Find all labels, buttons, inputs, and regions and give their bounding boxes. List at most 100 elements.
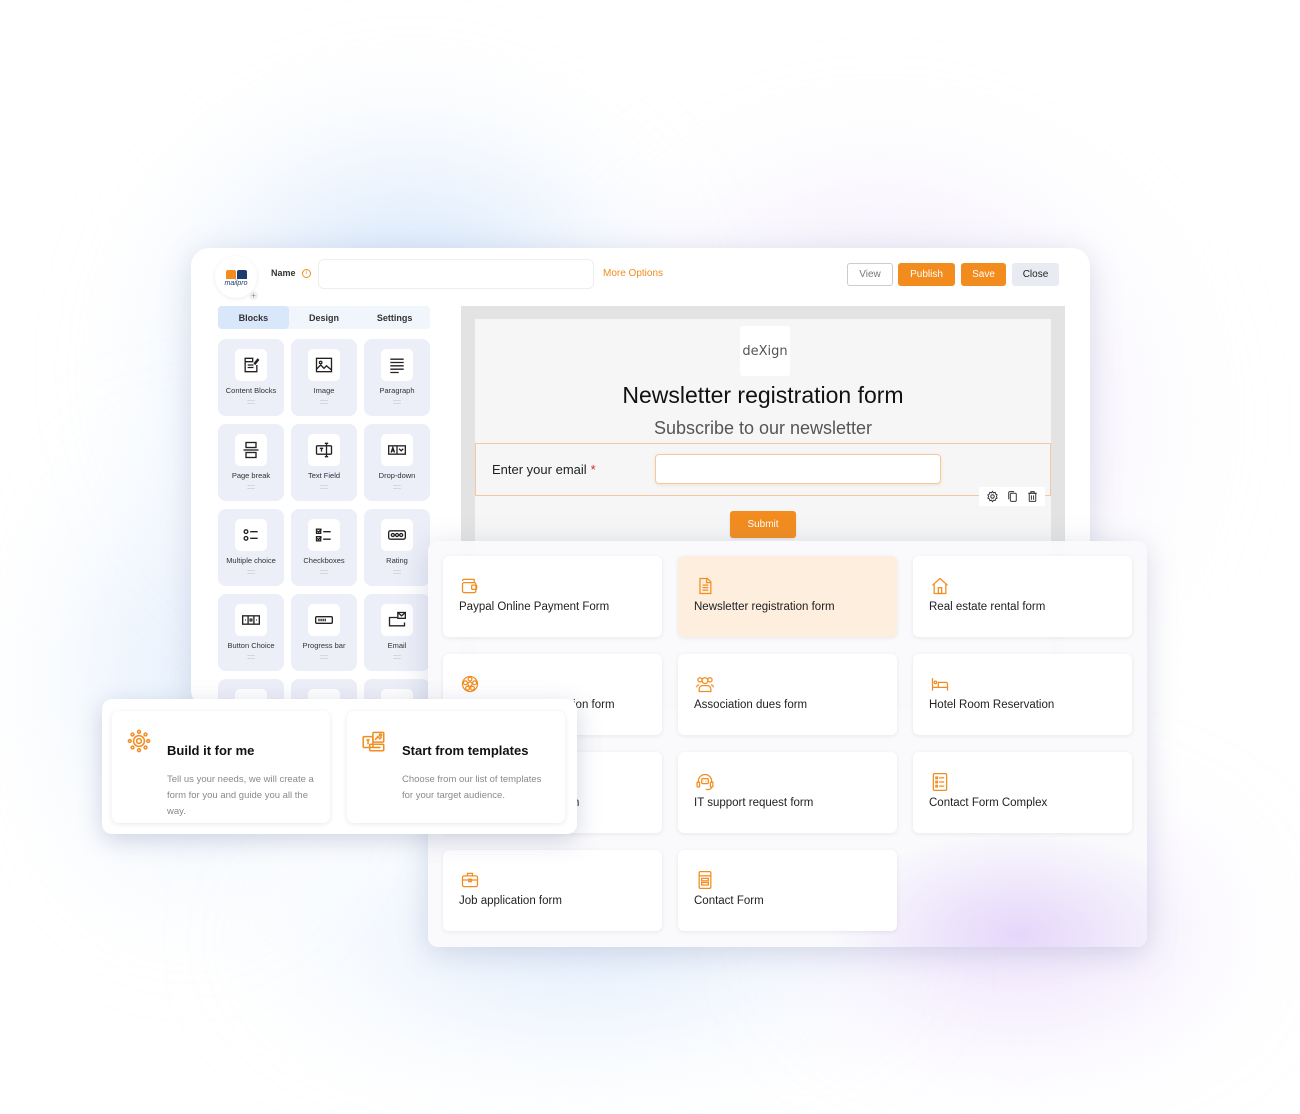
block-label: Multiple choice [226, 556, 276, 565]
text-field-icon [308, 434, 340, 466]
app-logo[interactable]: mailpro + [215, 256, 258, 300]
headset-icon [696, 773, 714, 791]
block-content-blocks[interactable]: Content Blocks :::: [218, 339, 284, 416]
block-dropdown[interactable]: Drop-down :::: [364, 424, 430, 501]
drag-handle-icon[interactable]: :::: [393, 569, 401, 576]
option-description: Tell us your needs, we will create a for… [167, 774, 314, 817]
row-toolbar [979, 487, 1045, 506]
drag-handle-icon[interactable]: :::: [247, 399, 255, 406]
template-label: ion form [573, 699, 615, 711]
block-progress-bar[interactable]: Progress bar :::: [291, 594, 357, 671]
block-email[interactable]: Email :::: [364, 594, 430, 671]
template-card[interactable]: Association dues form [678, 654, 897, 735]
mailpro-logo-icon [225, 269, 247, 279]
drag-handle-icon[interactable]: :::: [320, 399, 328, 406]
block-text-field[interactable]: Text Field :::: [291, 424, 357, 501]
block-label: Drop-down [378, 471, 416, 480]
dropdown-icon [381, 434, 413, 466]
template-card[interactable]: Contact Form Complex [913, 752, 1132, 833]
template-card[interactable]: Paypal Online Payment Form [443, 556, 662, 637]
wallet-icon [461, 578, 478, 594]
top-bar: mailpro + Name i More Options View Publi… [191, 248, 1090, 304]
option-title: Build it for me [167, 743, 255, 758]
drag-handle-icon[interactable]: :::: [393, 399, 401, 406]
template-label: Association dues form [694, 699, 808, 711]
template-card[interactable]: Contact Form [678, 850, 897, 931]
template-card[interactable]: IT support request form [678, 752, 897, 833]
block-label: Image [313, 386, 335, 395]
email-field-row[interactable]: Enter your email * [475, 443, 1051, 496]
trash-icon[interactable] [1026, 490, 1039, 503]
email-input[interactable] [655, 454, 941, 484]
drag-handle-icon[interactable]: :::: [393, 654, 401, 661]
block-multiple-choice[interactable]: Multiple choice :::: [218, 509, 284, 586]
gear-cog-icon [127, 729, 151, 753]
tab-blocks[interactable]: Blocks [218, 306, 289, 329]
drag-handle-icon[interactable]: :::: [247, 484, 255, 491]
templates-icon [362, 731, 385, 752]
template-card[interactable]: Real estate rental form [913, 556, 1132, 637]
email-icon [381, 604, 413, 636]
form-logo[interactable]: deXign [740, 326, 790, 376]
drag-handle-icon[interactable]: :::: [247, 569, 255, 576]
block-page-break[interactable]: Page break :::: [218, 424, 284, 501]
users-icon [696, 677, 714, 693]
more-options-link[interactable]: More Options [603, 268, 663, 279]
block-label: Email [387, 641, 407, 650]
button-choice-icon [235, 604, 267, 636]
start-options-panel: Build it for me Tell us your needs, we w… [102, 699, 577, 834]
build-it-for-me-option[interactable]: Build it for me Tell us your needs, we w… [112, 711, 330, 823]
template-label: Newsletter registration form [694, 601, 835, 613]
block-label: Checkboxes [303, 556, 345, 565]
save-button[interactable]: Save [961, 263, 1006, 286]
block-label: Paragraph [379, 386, 415, 395]
block-label: Content Blocks [225, 386, 277, 395]
template-label: Real estate rental form [929, 601, 1046, 613]
sidebar-tabs: Blocks Design Settings [218, 306, 430, 329]
publish-button[interactable]: Publish [898, 263, 955, 286]
template-label: IT support request form [694, 797, 814, 809]
view-button[interactable]: View [847, 263, 893, 286]
logo-text: mailpro [224, 279, 248, 287]
settings-gear-icon[interactable] [986, 490, 999, 503]
duplicate-icon[interactable] [1006, 490, 1019, 503]
tab-settings[interactable]: Settings [359, 306, 430, 329]
template-label: Contact Form [694, 895, 764, 907]
checkboxes-icon [308, 519, 340, 551]
email-label: Enter your email * [492, 462, 596, 477]
info-icon[interactable]: i [302, 269, 311, 278]
name-label: Name [271, 268, 296, 278]
block-label: Rating [386, 556, 408, 565]
submit-button[interactable]: Submit [730, 511, 796, 538]
option-description: Choose from our list of templates for yo… [402, 774, 542, 801]
email-label-text: Enter your email [492, 462, 587, 477]
form-title[interactable]: Newsletter registration form [475, 382, 1051, 409]
template-label: Paypal Online Payment Form [459, 601, 610, 613]
block-button-choice[interactable]: Button Choice :::: [218, 594, 284, 671]
template-card[interactable]: Job application form [443, 850, 662, 931]
block-checkboxes[interactable]: Checkboxes :::: [291, 509, 357, 586]
template-card-selected[interactable]: Newsletter registration form [678, 556, 897, 637]
block-paragraph[interactable]: Paragraph :::: [364, 339, 430, 416]
progress-bar-icon [308, 604, 340, 636]
block-label: Text Field [307, 471, 341, 480]
block-rating[interactable]: Rating :::: [364, 509, 430, 586]
block-label: Progress bar [302, 641, 346, 650]
list-icon [932, 773, 948, 791]
form-name-input[interactable] [318, 259, 594, 289]
plus-icon[interactable]: + [249, 291, 258, 300]
drag-handle-icon[interactable]: :::: [393, 484, 401, 491]
form-icon [698, 871, 712, 889]
drag-handle-icon[interactable]: :::: [247, 654, 255, 661]
close-button[interactable]: Close [1012, 263, 1059, 286]
template-card[interactable]: Hotel Room Reservation [913, 654, 1132, 735]
drag-handle-icon[interactable]: :::: [320, 654, 328, 661]
start-from-templates-option[interactable]: Start from templates Choose from our lis… [347, 711, 565, 823]
block-label: Button Choice [227, 641, 275, 650]
tab-design[interactable]: Design [289, 306, 360, 329]
drag-handle-icon[interactable]: :::: [320, 484, 328, 491]
form-subtitle[interactable]: Subscribe to our newsletter [475, 418, 1051, 439]
drag-handle-icon[interactable]: :::: [320, 569, 328, 576]
block-image[interactable]: Image :::: [291, 339, 357, 416]
template-label: Contact Form Complex [929, 797, 1048, 809]
